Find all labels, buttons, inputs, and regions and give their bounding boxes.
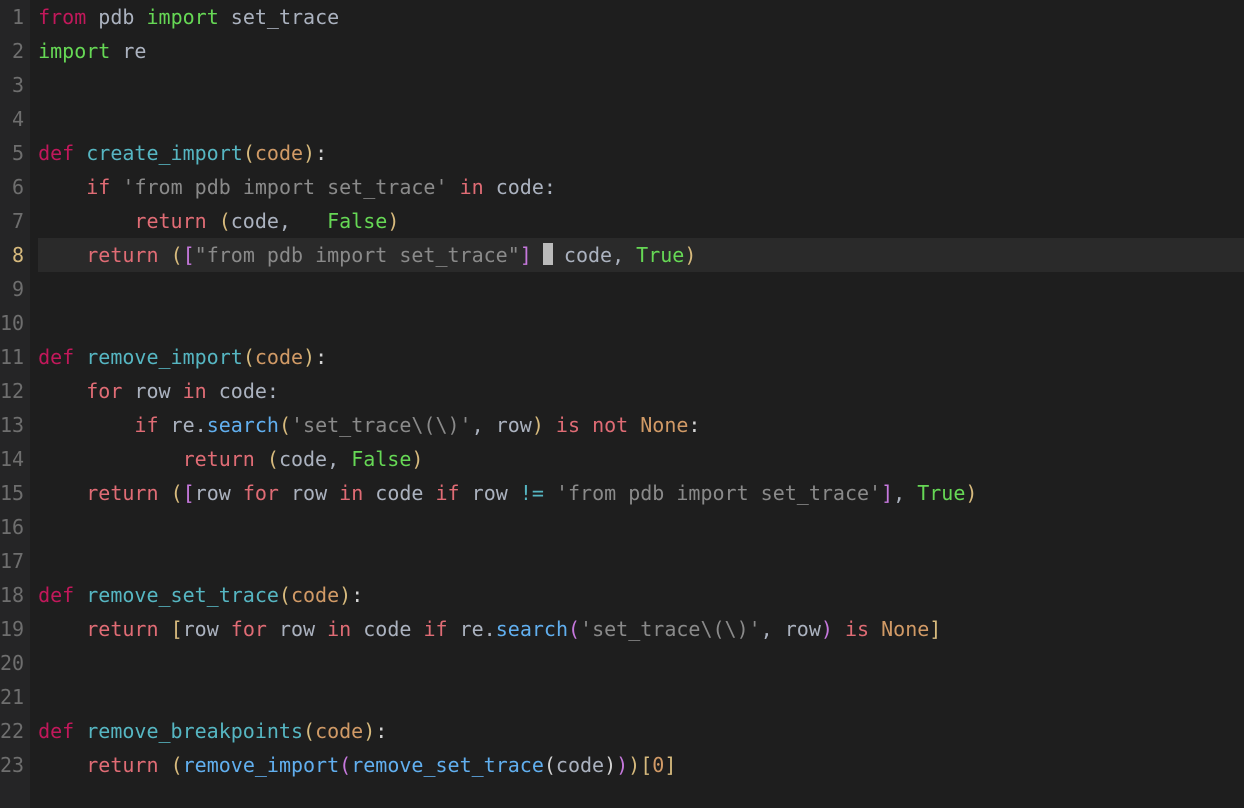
code-area[interactable]: from pdb import set_trace import re def … xyxy=(30,0,1244,808)
line-number: 16 xyxy=(0,510,24,544)
code-line[interactable]: return ([row for row in code if row != '… xyxy=(38,476,1244,510)
line-number: 15 xyxy=(0,476,24,510)
code-line[interactable] xyxy=(38,68,1244,102)
code-line[interactable] xyxy=(38,102,1244,136)
code-line[interactable]: if re.search('set_trace\(\)', row) is no… xyxy=(38,408,1244,442)
code-line[interactable] xyxy=(38,272,1244,306)
code-line[interactable]: return (code, False) xyxy=(38,442,1244,476)
line-number-current: 8 xyxy=(0,238,24,272)
line-number: 12 xyxy=(0,374,24,408)
code-line[interactable] xyxy=(38,544,1244,578)
code-line[interactable]: return [row for row in code if re.search… xyxy=(38,612,1244,646)
code-line[interactable]: def create_import(code): xyxy=(38,136,1244,170)
line-number: 6 xyxy=(0,170,24,204)
line-number: 22 xyxy=(0,714,24,748)
line-number: 2 xyxy=(0,34,24,68)
line-number: 20 xyxy=(0,646,24,680)
line-number: 19 xyxy=(0,612,24,646)
line-number: 3 xyxy=(0,68,24,102)
line-number: 5 xyxy=(0,136,24,170)
line-number: 7 xyxy=(0,204,24,238)
line-number: 13 xyxy=(0,408,24,442)
code-line[interactable] xyxy=(38,680,1244,714)
code-line[interactable] xyxy=(38,306,1244,340)
line-number: 21 xyxy=(0,680,24,714)
code-line[interactable]: return (remove_import(remove_set_trace(c… xyxy=(38,748,1244,782)
line-number: 10 xyxy=(0,306,24,340)
code-line[interactable] xyxy=(38,510,1244,544)
line-number: 11 xyxy=(0,340,24,374)
line-number: 18 xyxy=(0,578,24,612)
code-line-current[interactable]: return (["from pdb import set_trace"] co… xyxy=(38,238,1244,272)
line-number: 17 xyxy=(0,544,24,578)
line-number: 4 xyxy=(0,102,24,136)
code-line[interactable] xyxy=(38,646,1244,680)
code-line[interactable]: from pdb import set_trace xyxy=(38,0,1244,34)
code-line[interactable]: if 'from pdb import set_trace' in code: xyxy=(38,170,1244,204)
code-line[interactable]: def remove_breakpoints(code): xyxy=(38,714,1244,748)
line-number: 14 xyxy=(0,442,24,476)
line-number-gutter: 1 2 3 4 5 6 7 8 9 10 11 12 13 14 15 16 1… xyxy=(0,0,30,808)
line-number: 1 xyxy=(0,0,24,34)
code-line[interactable]: for row in code: xyxy=(38,374,1244,408)
code-line[interactable]: def remove_import(code): xyxy=(38,340,1244,374)
code-line[interactable]: return (code, False) xyxy=(38,204,1244,238)
line-number: 9 xyxy=(0,272,24,306)
code-line[interactable]: import re xyxy=(38,34,1244,68)
code-line[interactable]: def remove_set_trace(code): xyxy=(38,578,1244,612)
line-number: 23 xyxy=(0,748,24,782)
code-editor[interactable]: 1 2 3 4 5 6 7 8 9 10 11 12 13 14 15 16 1… xyxy=(0,0,1244,808)
